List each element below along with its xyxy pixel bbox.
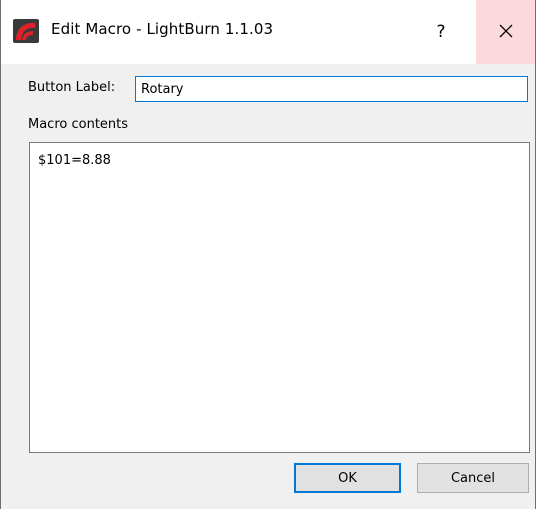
macro-contents-editor[interactable]: $101=8.88 [29, 142, 530, 453]
close-button[interactable] [476, 0, 535, 64]
edit-macro-dialog: Edit Macro - LightBurn 1.1.03 ? Button L… [0, 0, 536, 509]
ok-button[interactable]: OK [294, 463, 401, 493]
title-bar[interactable]: Edit Macro - LightBurn 1.1.03 ? [1, 0, 535, 64]
cancel-button[interactable]: Cancel [417, 463, 529, 493]
button-label-caption: Button Label: [28, 80, 116, 95]
macro-contents-caption: Macro contents [28, 117, 129, 132]
lightburn-logo-icon [13, 19, 39, 43]
close-icon [499, 23, 513, 42]
button-label-input[interactable] [135, 76, 528, 102]
help-button[interactable]: ? [406, 0, 476, 64]
window-title: Edit Macro - LightBurn 1.1.03 [51, 20, 274, 38]
